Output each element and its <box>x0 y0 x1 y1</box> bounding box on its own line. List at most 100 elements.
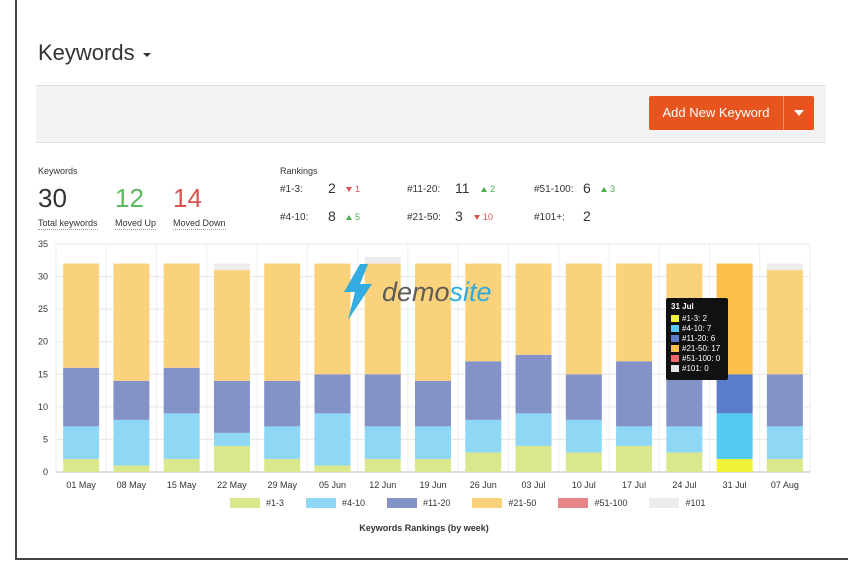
bar-segment[interactable] <box>264 263 301 381</box>
bar-segment[interactable] <box>465 452 502 472</box>
bar-segment[interactable] <box>565 452 602 472</box>
tooltip-row: #4-10: 7 <box>671 323 723 333</box>
bar-segment[interactable] <box>616 445 653 472</box>
x-tick-label: 31 Jul <box>723 480 747 490</box>
x-tick-label: 22 May <box>217 480 247 490</box>
bar-segment[interactable] <box>666 374 703 427</box>
x-tick-label: 29 May <box>267 480 297 490</box>
legend-item[interactable]: #4-10 <box>306 498 365 508</box>
y-tick-label: 25 <box>38 304 48 314</box>
x-tick-label: 26 Jun <box>470 480 497 490</box>
bar-segment[interactable] <box>213 380 250 433</box>
bar-segment[interactable] <box>565 263 602 375</box>
tooltip-swatch <box>671 364 679 372</box>
legend-item[interactable]: #51-100 <box>558 498 627 508</box>
bar-segment[interactable] <box>264 426 301 459</box>
bar-segment[interactable] <box>766 374 803 427</box>
bar-segment[interactable] <box>616 263 653 362</box>
legend-item[interactable]: #101 <box>649 498 706 508</box>
legend-item[interactable]: #11-20 <box>387 498 450 508</box>
x-tick-label: 01 May <box>66 480 96 490</box>
bar-segment[interactable] <box>314 413 351 466</box>
bar-segment[interactable] <box>364 458 401 472</box>
bar-segment[interactable] <box>565 419 602 453</box>
watermark-brand: site <box>449 276 492 307</box>
bar-segment[interactable] <box>465 361 502 420</box>
bar-segment[interactable] <box>415 458 451 472</box>
legend-label: #101 <box>685 498 706 508</box>
x-tick-label: 19 Jun <box>419 480 446 490</box>
legend-swatch <box>387 498 418 508</box>
bar-segment[interactable] <box>213 445 250 472</box>
bar-segment[interactable] <box>515 445 552 472</box>
bar-segment[interactable] <box>716 458 753 472</box>
y-tick-label: 10 <box>38 402 48 412</box>
legend-item[interactable]: #1-3 <box>230 498 284 508</box>
y-tick-label: 5 <box>43 434 48 444</box>
bar-segment[interactable] <box>364 374 401 427</box>
legend-item[interactable]: #21-50 <box>472 498 536 508</box>
legend-label: #51-100 <box>594 498 628 508</box>
bar-segment[interactable] <box>113 465 150 472</box>
tooltip-row: #11-20: 6 <box>671 333 723 343</box>
bar-segment[interactable] <box>716 413 753 459</box>
bar-segment[interactable] <box>616 426 653 446</box>
bar-segment[interactable] <box>213 263 250 271</box>
legend-label: #1-3 <box>266 498 285 508</box>
tooltip-row: #1-3: 2 <box>671 313 723 323</box>
bar-segment[interactable] <box>415 380 451 427</box>
bar-segment[interactable] <box>515 413 552 446</box>
bar-segment[interactable] <box>766 458 803 472</box>
bar-segment[interactable] <box>113 380 150 420</box>
tooltip-swatch <box>671 354 679 362</box>
bar-segment[interactable] <box>515 354 552 414</box>
bar-segment[interactable] <box>63 426 100 459</box>
bar-segment[interactable] <box>163 413 200 459</box>
bar-segment[interactable] <box>264 458 301 472</box>
bar-segment[interactable] <box>314 465 351 472</box>
tooltip-row: #101: 0 <box>671 363 723 373</box>
bar-segment[interactable] <box>213 270 250 381</box>
bar-segment[interactable] <box>716 374 753 414</box>
legend-swatch <box>558 498 589 508</box>
tooltip-swatch <box>671 324 679 332</box>
chart-title: Keywords Rankings (by week) <box>359 523 489 533</box>
bar-segment[interactable] <box>565 374 602 420</box>
y-tick-label: 0 <box>43 467 48 477</box>
bar-segment[interactable] <box>163 458 200 472</box>
legend-swatch <box>230 498 260 508</box>
x-tick-label: 15 May <box>167 480 197 490</box>
bar-segment[interactable] <box>666 426 703 453</box>
bar-segment[interactable] <box>314 374 351 414</box>
bar-segment[interactable] <box>364 426 401 459</box>
legend-swatch <box>649 498 680 508</box>
bar-segment[interactable] <box>766 426 803 459</box>
bar-segment[interactable] <box>766 270 803 375</box>
bar-segment[interactable] <box>666 452 703 472</box>
bar-segment[interactable] <box>63 458 100 472</box>
x-tick-label: 05 Jun <box>319 480 346 490</box>
tooltip-title: 31 Jul <box>671 302 694 311</box>
chart-tooltip: 31 Jul #1-3: 2 #4-10: 7 #11-20: 6 #21-50… <box>666 298 728 380</box>
bar-segment[interactable] <box>163 367 200 414</box>
bar-segment[interactable] <box>113 263 150 381</box>
y-tick-label: 30 <box>38 272 48 282</box>
lightning-logo-icon <box>344 264 372 320</box>
bar-segment[interactable] <box>163 263 200 368</box>
bar-segment[interactable] <box>415 426 451 459</box>
bar-segment[interactable] <box>616 361 653 427</box>
bar-segment[interactable] <box>264 380 301 427</box>
y-tick-label: 20 <box>38 337 48 347</box>
bar-segment[interactable] <box>113 419 150 466</box>
legend-swatch <box>472 498 503 508</box>
tooltip-row-text: #11-20: 6 <box>682 333 716 343</box>
demosite-watermark: demosite <box>338 262 492 322</box>
bar-segment[interactable] <box>515 263 552 355</box>
y-tick-label: 15 <box>38 369 48 379</box>
bar-segment[interactable] <box>766 263 803 271</box>
bar-segment[interactable] <box>63 367 100 427</box>
bar-segment[interactable] <box>213 432 250 446</box>
bar-segment[interactable] <box>63 263 100 368</box>
tooltip-row-text: #21-50: 17 <box>682 343 721 353</box>
bar-segment[interactable] <box>465 419 502 453</box>
